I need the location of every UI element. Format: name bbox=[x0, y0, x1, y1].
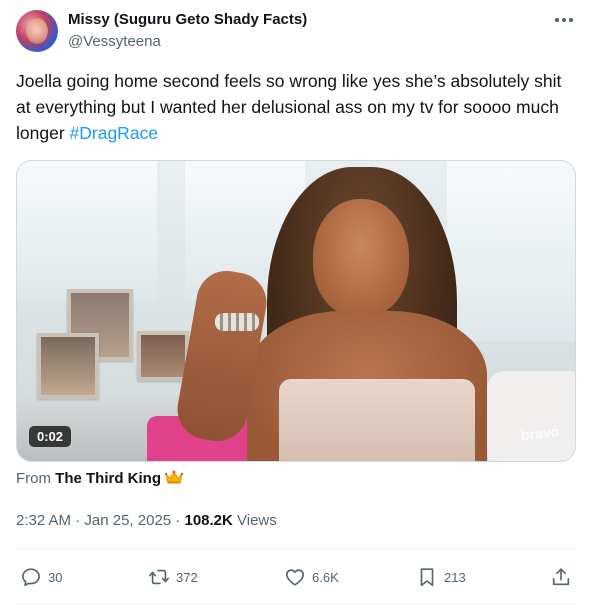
cushion bbox=[487, 371, 575, 461]
author-handle[interactable]: @Vessyteena bbox=[68, 33, 161, 50]
retweet-count: 372 bbox=[176, 569, 198, 585]
background-window bbox=[447, 161, 575, 341]
retweet-icon bbox=[149, 569, 169, 585]
share-icon bbox=[552, 568, 570, 586]
meta-separator: · bbox=[171, 512, 185, 529]
bookmark-button[interactable]: 213 bbox=[416, 560, 466, 594]
like-button[interactable]: 6.6K bbox=[284, 560, 339, 594]
background-window bbox=[17, 161, 157, 301]
crown-icon bbox=[165, 470, 183, 484]
divider bbox=[16, 603, 576, 604]
like-count: 6.6K bbox=[312, 569, 339, 585]
meta-separator: · bbox=[71, 512, 85, 529]
reply-button[interactable]: 30 bbox=[20, 560, 62, 594]
divider bbox=[16, 548, 576, 549]
tweet-meta: 2:32 AM · Jan 25, 2025 · 108.2K Views bbox=[16, 512, 277, 529]
tweet-text: Joella going home second feels so wrong … bbox=[16, 68, 576, 146]
tweet-time[interactable]: 2:32 AM bbox=[16, 512, 71, 529]
video-player[interactable]: bravo 0:02 bbox=[16, 160, 576, 462]
tweet-date[interactable]: Jan 25, 2025 bbox=[84, 512, 171, 529]
share-button[interactable] bbox=[550, 560, 578, 594]
attribution-prefix: From bbox=[16, 470, 56, 487]
more-options-icon[interactable] bbox=[553, 10, 575, 30]
author-display-name[interactable]: Missy (Suguru Geto Shady Facts) bbox=[68, 11, 307, 28]
bookmark-icon bbox=[420, 568, 434, 587]
person-top bbox=[279, 379, 475, 461]
photo-frame bbox=[37, 333, 99, 399]
heart-icon bbox=[286, 569, 304, 586]
hashtag-link[interactable]: #DragRace bbox=[70, 123, 159, 143]
views-label: Views bbox=[232, 512, 277, 529]
bookmark-count: 213 bbox=[444, 569, 466, 585]
retweet-button[interactable]: 372 bbox=[148, 560, 198, 594]
attribution-source-link[interactable]: The Third King bbox=[55, 470, 161, 487]
photo-frame bbox=[137, 331, 189, 381]
action-bar: 30 372 6.6K 213 bbox=[16, 560, 576, 594]
person-face bbox=[313, 199, 409, 317]
bracelet bbox=[215, 313, 259, 331]
reply-count: 30 bbox=[48, 569, 63, 585]
author-avatar[interactable] bbox=[16, 10, 58, 52]
reply-icon bbox=[22, 568, 40, 587]
media-attribution: From The Third King bbox=[16, 470, 183, 487]
video-duration-badge: 0:02 bbox=[29, 426, 72, 447]
views-count: 108.2K bbox=[184, 512, 233, 529]
